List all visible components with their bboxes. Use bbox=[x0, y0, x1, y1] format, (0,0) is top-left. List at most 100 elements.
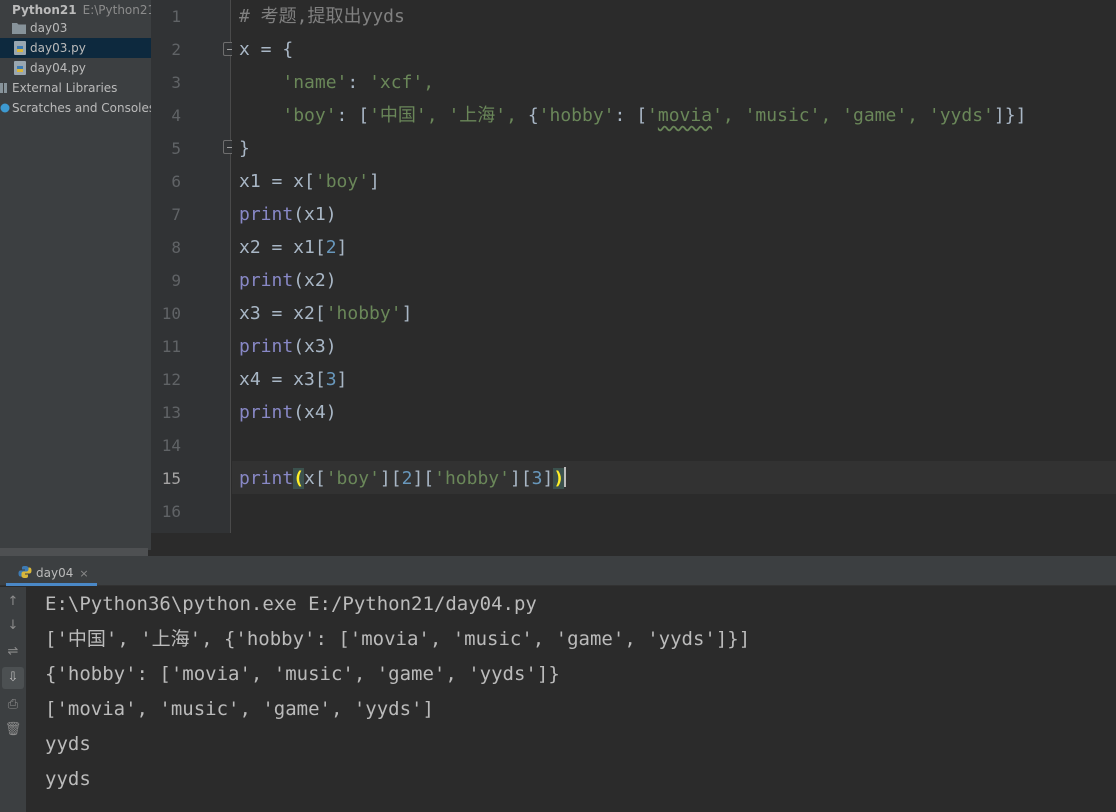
code-token: ] bbox=[336, 237, 348, 258]
code-line[interactable]: print(x2) bbox=[239, 264, 337, 297]
code-token: } bbox=[239, 138, 250, 159]
code-line[interactable]: print(x1) bbox=[239, 198, 337, 231]
code-token: x2 = x1[ bbox=[239, 237, 326, 258]
console-line: E:\Python36\python.exe E:/Python21/day04… bbox=[45, 593, 537, 615]
code-token: { bbox=[527, 105, 539, 126]
code-token: (x4) bbox=[293, 402, 337, 423]
code-line[interactable]: } bbox=[239, 132, 250, 165]
python-run-icon bbox=[18, 566, 32, 578]
down-arrow-icon[interactable]: ↓ bbox=[2, 615, 24, 637]
code-token: : bbox=[347, 72, 370, 93]
line-number: 2 bbox=[171, 40, 181, 59]
console-output[interactable]: E:\Python36\python.exe E:/Python21/day04… bbox=[26, 587, 1116, 812]
code-token: ][ bbox=[412, 468, 435, 489]
tree-item-day04-py[interactable]: day04.py bbox=[0, 58, 151, 78]
code-token: ] bbox=[401, 303, 413, 324]
code-line[interactable]: 'name': 'xcf', bbox=[239, 66, 434, 99]
tree-item-label: day03.py bbox=[30, 41, 86, 55]
console-line: yyds bbox=[45, 768, 91, 790]
line-number: 7 bbox=[171, 205, 181, 224]
code-token: 'music' bbox=[744, 105, 821, 126]
code-line[interactable]: x3 = x2['hobby'] bbox=[239, 297, 412, 330]
line-number: 16 bbox=[161, 502, 181, 521]
code-token: x[ bbox=[304, 468, 326, 489]
code-token: ' bbox=[647, 105, 658, 126]
code-token: (x3) bbox=[293, 336, 337, 357]
tree-item-label: day03 bbox=[30, 21, 68, 35]
code-line[interactable]: print(x4) bbox=[239, 396, 337, 429]
code-line[interactable]: x1 = x['boy'] bbox=[239, 165, 380, 198]
code-token: 3 bbox=[531, 468, 543, 489]
code-token: '上海' bbox=[448, 105, 507, 126]
folder-icon bbox=[12, 23, 26, 34]
run-tab-label: day04 bbox=[36, 566, 74, 580]
code-line[interactable]: print(x['boy'][2]['hobby'][3]) bbox=[239, 462, 567, 495]
console-line: {'hobby': ['movia', 'music', 'game', 'yy… bbox=[45, 663, 560, 685]
code-token: 'yyds' bbox=[928, 105, 994, 126]
up-arrow-icon[interactable]: ↑ bbox=[2, 591, 24, 613]
code-token: ][ bbox=[379, 468, 402, 489]
library-icon bbox=[0, 83, 7, 93]
code-editor[interactable]: # 考题,提取出yyds x = { 'name': 'xcf', 'boy' : … bbox=[232, 0, 1116, 533]
print-icon[interactable]: ⎙ bbox=[2, 694, 24, 716]
soft-wrap-icon[interactable]: ⇌ bbox=[2, 641, 24, 663]
tree-item-day03[interactable]: day03 bbox=[0, 18, 151, 38]
code-line[interactable]: # 考题,提取出yyds bbox=[239, 0, 405, 33]
code-token: 'name' bbox=[282, 72, 348, 93]
code-token: x1 = x[ bbox=[239, 171, 315, 192]
root-name: Python21 bbox=[12, 3, 77, 17]
code-token: 'hobby' bbox=[538, 105, 615, 126]
root-path: E:\Python21 bbox=[82, 3, 151, 17]
code-token: : [ bbox=[614, 105, 648, 126]
project-horizontal-scrollbar[interactable] bbox=[0, 548, 148, 556]
code-token: 'hobby' bbox=[325, 303, 402, 324]
close-icon[interactable]: × bbox=[79, 567, 88, 580]
code-token: print bbox=[239, 402, 294, 423]
code-token: # 考题,提取出yyds bbox=[239, 6, 405, 27]
line-number: 1 bbox=[171, 7, 181, 26]
code-token: 3 bbox=[325, 369, 337, 390]
code-line[interactable]: x2 = x1[2] bbox=[239, 231, 347, 264]
code-line[interactable]: 'boy': ['中国', '上海', {'hobby': ['movia', … bbox=[239, 99, 1026, 132]
tree-root-python21[interactable]: Python21 E:\Python21 bbox=[0, 0, 151, 20]
code-token: (x1) bbox=[293, 204, 337, 225]
tree-item-label: day04.py bbox=[30, 61, 86, 75]
code-token: print bbox=[239, 270, 294, 291]
line-number: 3 bbox=[171, 73, 181, 92]
run-toolbar: ↑ ↓ ⇌ ⇩ ⎙ 🗑 bbox=[0, 587, 26, 812]
code-token: , bbox=[722, 105, 745, 126]
run-tab-day04[interactable]: day04 × bbox=[6, 560, 97, 586]
tree-item-day03-py[interactable]: day03.py bbox=[0, 38, 151, 58]
code-token: ( bbox=[293, 468, 305, 489]
code-token: (x2) bbox=[293, 270, 337, 291]
python-file-icon bbox=[14, 61, 26, 75]
code-token: print bbox=[239, 204, 294, 225]
tree-item-scratches[interactable]: Scratches and Consoles bbox=[0, 98, 151, 118]
line-number: 14 bbox=[161, 436, 181, 455]
code-token: movia bbox=[657, 105, 713, 126]
scratch-icon bbox=[0, 103, 10, 113]
code-token: , bbox=[506, 105, 528, 126]
code-token: ][ bbox=[509, 468, 532, 489]
code-token: print bbox=[239, 336, 294, 357]
code-line[interactable]: x4 = x3[3] bbox=[239, 363, 347, 396]
code-line[interactable]: x = { bbox=[239, 33, 293, 66]
line-number: 9 bbox=[171, 271, 181, 290]
code-token: 'game' bbox=[842, 105, 908, 126]
editor-bottom-strip bbox=[151, 533, 1116, 550]
trash-icon[interactable]: 🗑 bbox=[2, 719, 24, 741]
scroll-to-end-icon[interactable]: ⇩ bbox=[2, 667, 24, 689]
code-token: 'xcf' bbox=[369, 72, 424, 93]
code-token: 'boy' bbox=[325, 468, 380, 489]
tree-item-external-libraries[interactable]: External Libraries bbox=[0, 78, 151, 98]
code-token: 'boy' bbox=[314, 171, 370, 192]
code-token: : [ bbox=[336, 105, 370, 126]
code-token: ) bbox=[553, 468, 565, 489]
code-line[interactable]: print(x3) bbox=[239, 330, 337, 363]
line-number-current: 15 bbox=[161, 469, 181, 488]
code-token: , bbox=[907, 105, 929, 126]
code-token: x4 = x3[ bbox=[239, 369, 326, 390]
line-number: 5 bbox=[171, 139, 181, 158]
line-number: 11 bbox=[161, 337, 181, 356]
